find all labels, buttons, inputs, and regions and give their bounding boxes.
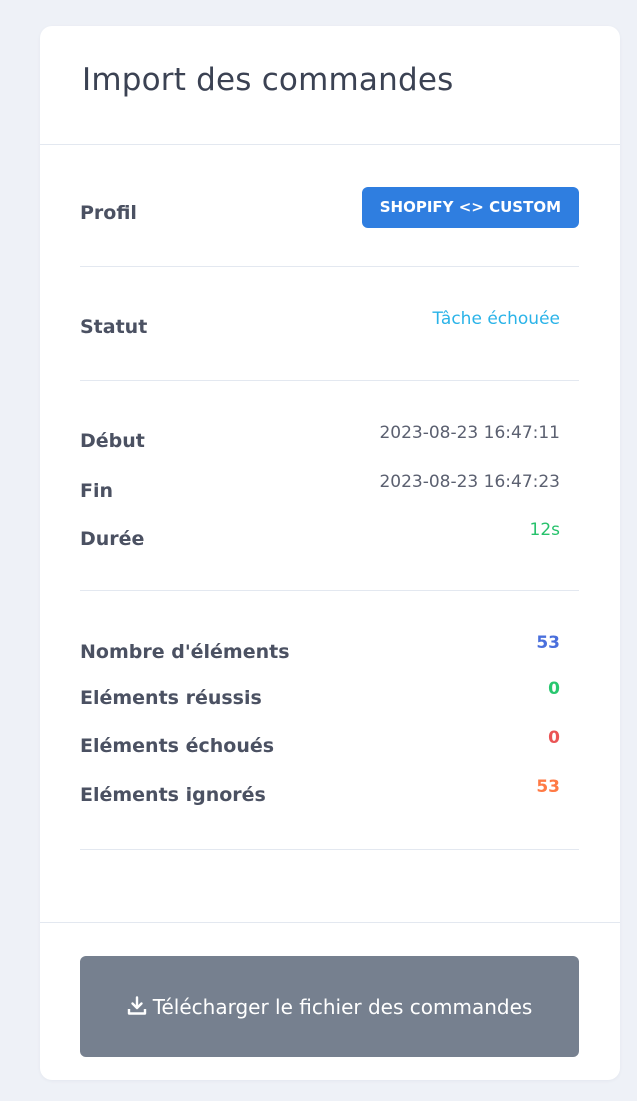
ignored-elements-value: 53 xyxy=(536,777,560,797)
divider xyxy=(80,266,579,267)
status-label: Statut xyxy=(80,316,148,338)
download-icon xyxy=(127,995,146,1015)
divider xyxy=(80,590,579,591)
card-header: Import des commandes xyxy=(40,26,620,145)
download-orders-button[interactable]: Télécharger le fichier des commandes xyxy=(80,956,579,1057)
start-value: 2023-08-23 16:47:11 xyxy=(379,423,560,443)
footer-divider xyxy=(40,922,620,923)
status-value: Tâche échouée xyxy=(432,309,560,329)
failed-elements-label: Eléments échoués xyxy=(80,735,275,757)
card-title: Import des commandes xyxy=(82,62,454,98)
profile-badge: SHOPIFY <> CUSTOM xyxy=(361,187,579,228)
duration-value: 12s xyxy=(529,520,561,540)
success-elements-value: 0 xyxy=(548,679,560,699)
profile-label: Profil xyxy=(80,202,137,224)
total-elements-label: Nombre d'éléments xyxy=(80,641,290,663)
ignored-elements-label: Eléments ignorés xyxy=(80,784,266,806)
end-label: Fin xyxy=(80,480,114,502)
total-elements-value: 53 xyxy=(536,633,560,653)
start-label: Début xyxy=(80,430,145,452)
end-value: 2023-08-23 16:47:23 xyxy=(379,472,560,492)
success-elements-label: Eléments réussis xyxy=(80,687,262,709)
import-card: Import des commandes Profil SHOPIFY <> C… xyxy=(40,26,620,1080)
failed-elements-value: 0 xyxy=(548,728,560,748)
download-button-label: Télécharger le fichier des commandes xyxy=(152,994,533,1019)
duration-label: Durée xyxy=(80,528,145,550)
divider xyxy=(80,849,579,850)
divider xyxy=(80,380,579,381)
